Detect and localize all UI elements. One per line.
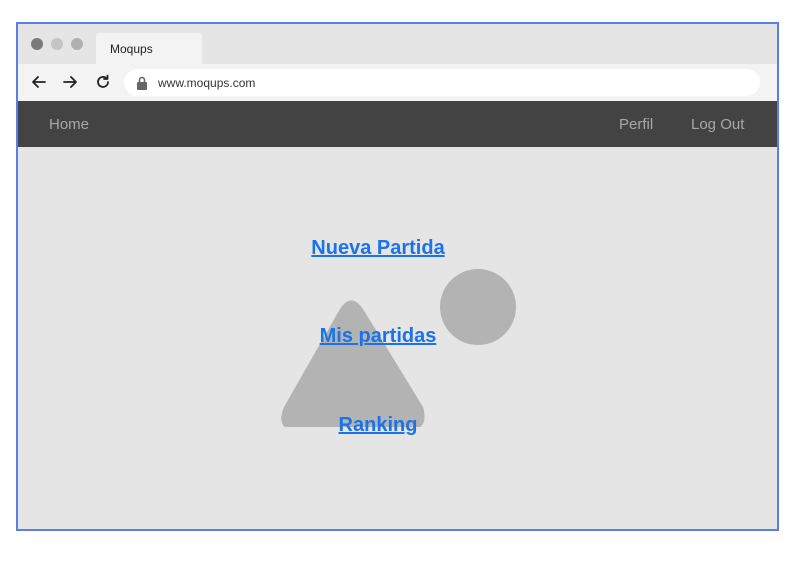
window-minimize-dot[interactable] [51, 38, 63, 50]
url-text: www.moqups.com [158, 76, 256, 90]
browser-window: Moqups www.moqups.com Home Perfil Log Ou… [16, 22, 779, 531]
reload-icon[interactable] [93, 72, 113, 92]
nav-home-link[interactable]: Home [49, 116, 89, 133]
app-navbar: Home Perfil Log Out [18, 101, 777, 147]
browser-tab[interactable]: Moqups [96, 33, 202, 64]
window-maximize-dot[interactable] [71, 38, 83, 50]
ranking-link[interactable]: Ranking [18, 414, 738, 437]
arrow-left-icon[interactable] [29, 72, 49, 92]
tab-strip: Moqups [18, 24, 777, 64]
tab-title: Moqups [110, 42, 153, 56]
arrow-right-icon[interactable] [60, 72, 80, 92]
nav-perfil-link[interactable]: Perfil [619, 116, 653, 133]
url-bar[interactable]: www.moqups.com [124, 69, 760, 96]
address-row: www.moqups.com [18, 64, 777, 101]
nueva-partida-link[interactable]: Nueva Partida [18, 237, 738, 260]
nav-logout-link[interactable]: Log Out [691, 116, 744, 133]
mis-partidas-link[interactable]: Mis partidas [18, 325, 738, 348]
lock-icon [136, 76, 148, 90]
main-content: Nueva Partida Mis partidas Ranking [18, 147, 777, 529]
window-close-dot[interactable] [31, 38, 43, 50]
